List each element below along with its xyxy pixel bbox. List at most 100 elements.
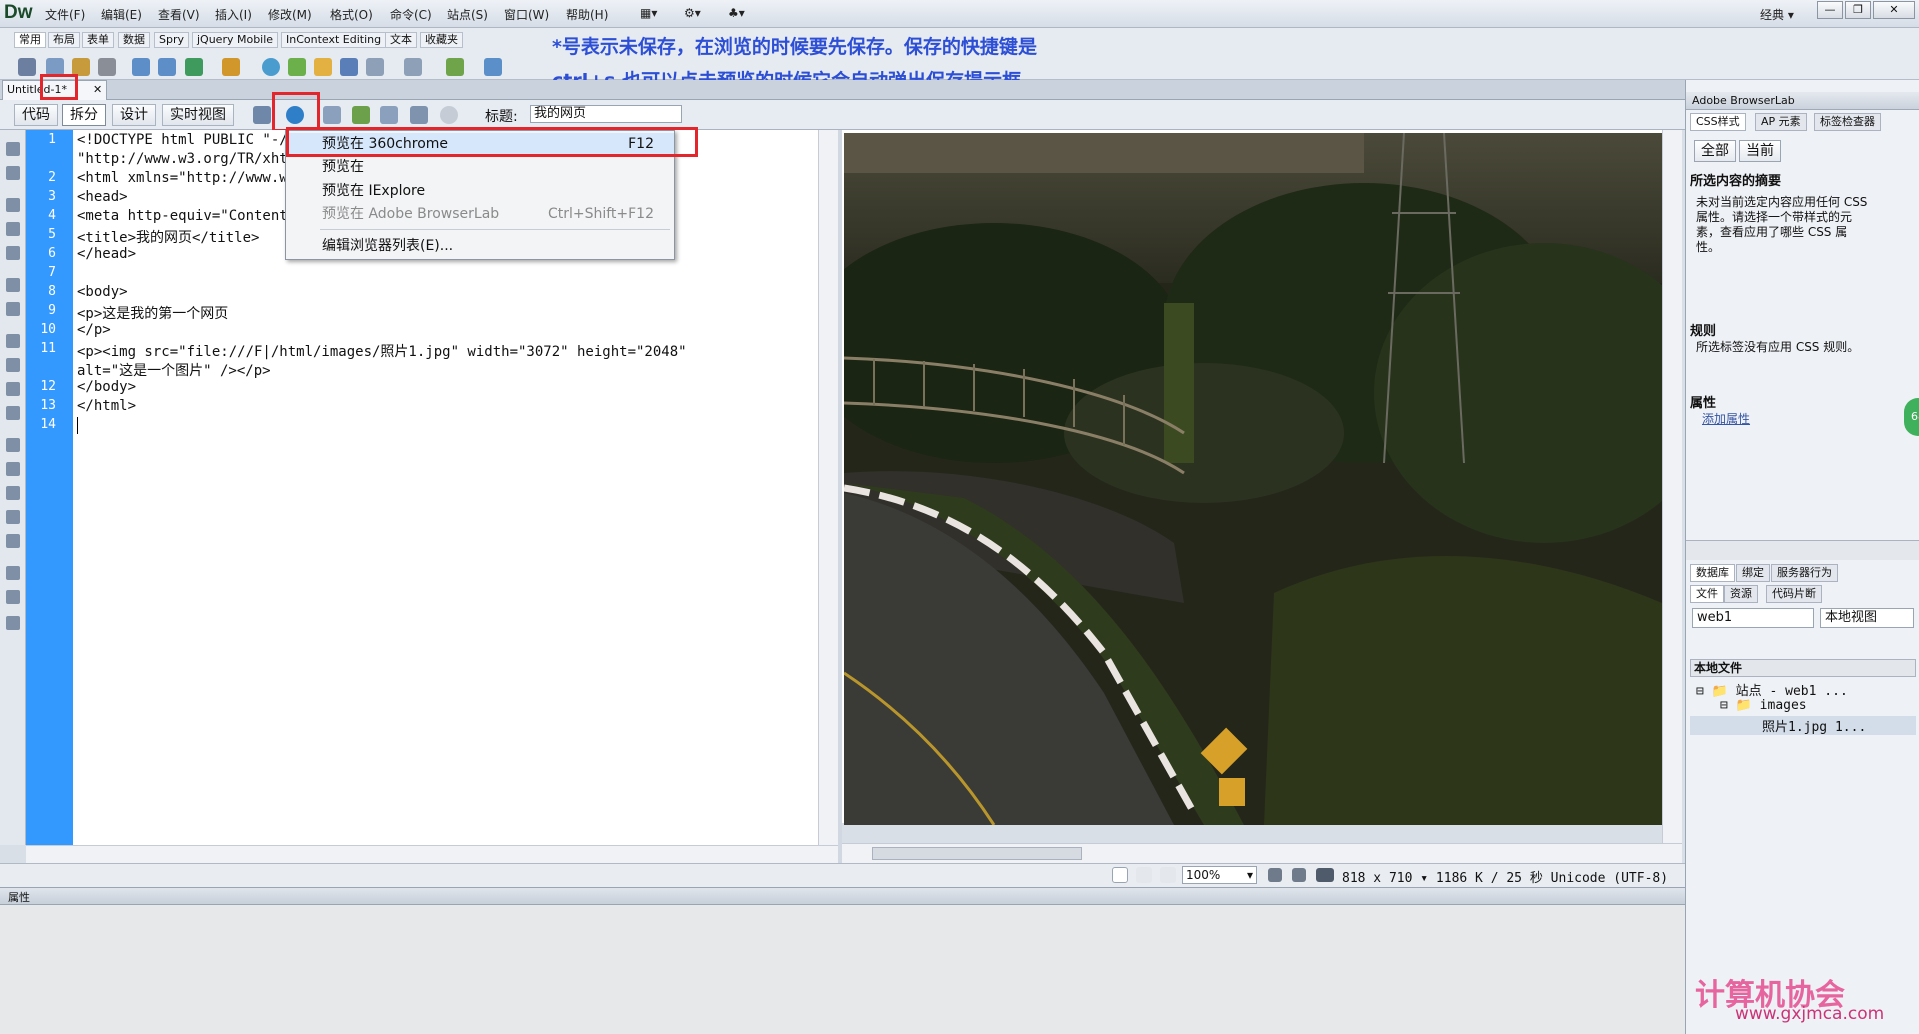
horizontal-rule-icon[interactable] <box>98 58 116 76</box>
menu-edit[interactable]: 编辑(E) <box>101 6 142 23</box>
menu-modify[interactable]: 修改(M) <box>268 6 312 23</box>
tree-photo-file[interactable]: 照片1.jpg 1... <box>1690 716 1916 735</box>
code-view-button[interactable]: 代码 <box>14 104 58 126</box>
insert-tab-layout[interactable]: 布局 <box>48 32 80 48</box>
script-icon[interactable] <box>366 58 384 76</box>
collapse-selection-icon[interactable] <box>6 222 20 236</box>
menu-help[interactable]: 帮助(H) <box>566 6 608 23</box>
templates-icon[interactable] <box>404 58 422 76</box>
inspect-icon[interactable] <box>410 106 428 124</box>
insert-tab-incontext[interactable]: InContext Editing <box>281 32 387 48</box>
table-icon[interactable] <box>132 58 150 76</box>
select-tool-icon[interactable] <box>1112 867 1128 883</box>
add-property-link[interactable]: 添加属性 <box>1702 410 1750 427</box>
open-documents-icon[interactable] <box>6 142 20 156</box>
menu-window[interactable]: 窗口(W) <box>504 6 549 23</box>
menu-insert[interactable]: 插入(I) <box>215 6 252 23</box>
layout-icon[interactable]: ▦▾ <box>640 6 657 20</box>
site-icon[interactable]: ♣▾ <box>728 6 745 20</box>
insert-tab-text[interactable]: 文本 <box>385 32 417 48</box>
mobile-size-icon[interactable] <box>1268 868 1282 882</box>
check-browser-icon[interactable] <box>352 106 370 124</box>
expand-all-icon[interactable] <box>6 246 20 260</box>
restore-button[interactable]: ❐ <box>1845 1 1871 19</box>
balance-braces-icon[interactable] <box>6 302 20 316</box>
scroll-thumb[interactable] <box>872 847 1082 860</box>
line-numbers-icon[interactable] <box>6 334 20 348</box>
hyperlink-icon[interactable] <box>18 58 36 76</box>
visual-aids-icon[interactable] <box>380 106 398 124</box>
tab-css-styles[interactable]: CSS样式 <box>1690 113 1746 131</box>
tag-chooser-icon[interactable] <box>446 58 464 76</box>
tab-bindings[interactable]: 绑定 <box>1736 564 1770 582</box>
properties-panel-header[interactable]: 属性 <box>0 887 1685 905</box>
menu-view[interactable]: 查看(V) <box>158 6 200 23</box>
image-icon[interactable] <box>185 58 203 76</box>
tablet-size-icon[interactable] <box>1292 868 1306 882</box>
browserlab-panel-header[interactable]: Adobe BrowserLab <box>1686 92 1919 110</box>
word-wrap-icon[interactable] <box>6 406 20 420</box>
menu-format[interactable]: 格式(O) <box>330 6 373 23</box>
tab-assets[interactable]: 资源 <box>1724 585 1758 603</box>
tab-ap-elements[interactable]: AP 元素 <box>1755 113 1807 131</box>
widget-icon[interactable] <box>484 58 502 76</box>
document-title-input[interactable]: 我的网页 <box>530 105 682 123</box>
apply-comment-icon[interactable] <box>6 438 20 452</box>
zoom-tool-icon[interactable] <box>1160 867 1176 883</box>
server-include-icon[interactable] <box>288 58 306 76</box>
tab-tag-inspector[interactable]: 标签检查器 <box>1814 113 1881 131</box>
tab-files[interactable]: 文件 <box>1690 585 1724 603</box>
design-view-image[interactable] <box>844 133 1662 825</box>
head-icon[interactable] <box>340 58 358 76</box>
css-all-button[interactable]: 全部 <box>1694 140 1736 162</box>
insert-tab-jquery-mobile[interactable]: jQuery Mobile <box>192 32 279 48</box>
format-source-icon[interactable] <box>6 616 20 630</box>
show-code-navigator-icon[interactable] <box>6 166 20 180</box>
design-vertical-scrollbar[interactable] <box>1662 130 1682 845</box>
menu-file[interactable]: 文件(F) <box>45 6 85 23</box>
menu-site[interactable]: 站点(S) <box>447 6 488 23</box>
tree-site-root[interactable]: ⊟ 📁 站点 - web1 ... <box>1696 680 1848 699</box>
menu-commands[interactable]: 命令(C) <box>390 6 432 23</box>
code-vertical-scrollbar[interactable] <box>818 130 838 845</box>
wrap-tag-icon[interactable] <box>6 486 20 500</box>
hand-tool-icon[interactable] <box>1136 867 1152 883</box>
design-view-button[interactable]: 设计 <box>112 104 156 126</box>
edit-browser-list-item[interactable]: 编辑浏览器列表(E)... <box>286 235 674 257</box>
highlight-invalid-code-icon[interactable] <box>6 358 20 372</box>
move-css-icon[interactable] <box>6 534 20 548</box>
close-tab-icon[interactable]: ✕ <box>93 81 102 99</box>
outdent-code-icon[interactable] <box>6 590 20 604</box>
tab-server-behaviors[interactable]: 服务器行为 <box>1771 564 1838 582</box>
tab-snippets[interactable]: 代码片断 <box>1766 585 1822 603</box>
syntax-error-icon[interactable] <box>6 382 20 396</box>
select-parent-tag-icon[interactable] <box>6 278 20 292</box>
tree-images-folder[interactable]: ⊟ 📁 images <box>1720 698 1807 713</box>
file-management-icon[interactable] <box>323 106 341 124</box>
insert-tab-spry[interactable]: Spry <box>154 32 189 48</box>
gear-icon[interactable]: ⚙▾ <box>684 6 701 20</box>
insert-tab-common[interactable]: 常用 <box>14 32 46 48</box>
css-current-button[interactable]: 当前 <box>1739 140 1781 162</box>
preview-iexplore-item[interactable]: 预览在 IExplore <box>286 180 674 202</box>
comment-icon[interactable] <box>314 58 332 76</box>
live-view-button[interactable]: 实时视图 <box>162 104 234 126</box>
media-icon[interactable] <box>222 58 240 76</box>
insert-div-icon[interactable] <box>158 58 176 76</box>
zoom-select[interactable]: 100% ▾ <box>1182 866 1257 884</box>
view-select[interactable]: 本地视图 <box>1820 608 1914 628</box>
date-icon[interactable] <box>262 58 280 76</box>
preview-blank-item[interactable]: 预览在 <box>286 156 674 178</box>
refresh-icon[interactable] <box>440 106 458 124</box>
collapse-tag-icon[interactable] <box>6 198 20 212</box>
multiscreen-icon[interactable] <box>253 106 271 124</box>
split-view-button[interactable]: 拆分 <box>62 104 106 126</box>
desktop-size-icon[interactable] <box>1316 868 1334 882</box>
indent-code-icon[interactable] <box>6 566 20 580</box>
insert-tab-favorites[interactable]: 收藏夹 <box>420 32 463 48</box>
insert-tab-forms[interactable]: 表单 <box>82 32 114 48</box>
minimize-button[interactable]: — <box>1817 1 1843 19</box>
speed-badge[interactable]: 68 <box>1904 398 1919 436</box>
tab-databases[interactable]: 数据库 <box>1690 564 1735 582</box>
code-horizontal-scrollbar[interactable] <box>26 845 838 863</box>
